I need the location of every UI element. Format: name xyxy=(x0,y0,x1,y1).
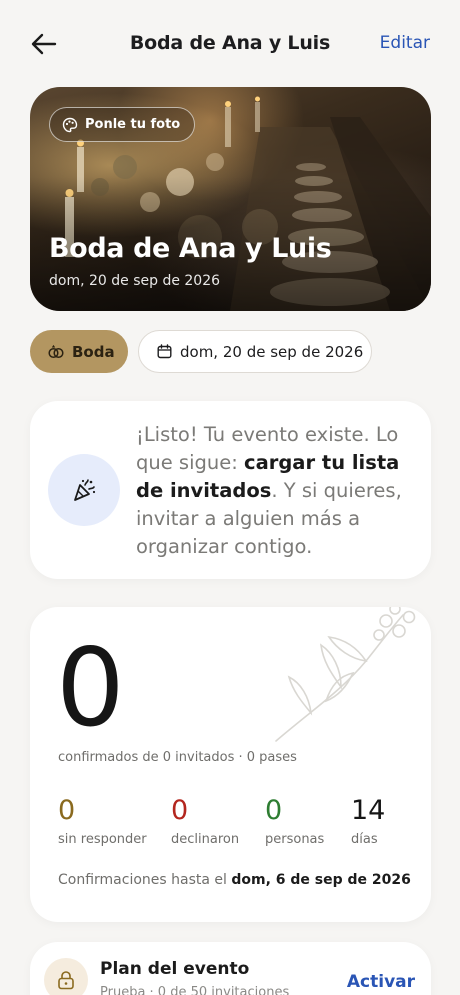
confirmed-count: 0 xyxy=(56,626,125,751)
rings-icon xyxy=(48,344,64,358)
event-type-chip[interactable]: Boda xyxy=(30,330,128,373)
next-steps-card[interactable]: ¡Listo! Tu evento existe. Lo que sigue: … xyxy=(30,401,431,579)
lock-icon xyxy=(58,971,74,990)
stat-people-value: 0 xyxy=(265,795,283,826)
event-cover-card: Ponle tu foto Boda de Ana y Luis dom, 20… xyxy=(30,87,431,311)
stat-days-label: días xyxy=(351,832,378,847)
branch-decoration-icon xyxy=(275,607,420,742)
edit-button[interactable]: Editar xyxy=(380,33,430,53)
event-title: Boda de Ana y Luis xyxy=(49,233,332,264)
add-photo-button[interactable]: Ponle tu foto xyxy=(49,107,196,142)
plan-subtitle: Prueba · 0 de 50 invitaciones xyxy=(100,985,290,995)
rsvp-deadline-date: dom, 6 de sep de 2026 xyxy=(231,872,411,888)
party-icon-badge xyxy=(48,454,120,526)
event-date: dom, 20 de sep de 2026 xyxy=(49,273,221,289)
stat-pending: 0 sin responder xyxy=(58,797,147,847)
stat-days: 14 días xyxy=(351,797,385,847)
stat-people: 0 personas xyxy=(265,797,324,847)
event-plan-card: Plan del evento Prueba · 0 de 50 invitac… xyxy=(30,942,431,995)
calendar-icon xyxy=(157,344,172,359)
rsvp-deadline: Confirmaciones hasta el dom, 6 de sep de… xyxy=(58,872,411,888)
plan-title: Plan del evento xyxy=(100,959,250,979)
stat-pending-value: 0 xyxy=(58,795,76,826)
party-popper-icon xyxy=(74,479,96,501)
confirmed-subtitle: confirmados de 0 invitados · 0 pases xyxy=(58,750,297,765)
add-photo-label: Ponle tu foto xyxy=(85,117,181,132)
event-type-label: Boda xyxy=(72,342,115,361)
top-bar: Boda de Ana y Luis Editar xyxy=(0,0,460,90)
stat-pending-label: sin responder xyxy=(58,832,147,847)
event-date-chip[interactable]: dom, 20 de sep de 2026 xyxy=(138,330,372,373)
stat-days-value: 14 xyxy=(351,795,386,826)
stat-declined-label: declinaron xyxy=(171,832,240,847)
rsvp-stats-card: 0 confirmados de 0 invitados · 0 pases 0… xyxy=(30,607,431,922)
next-steps-text: ¡Listo! Tu evento existe. Lo que sigue: … xyxy=(136,423,402,558)
event-date-chip-label: dom, 20 de sep de 2026 xyxy=(180,342,364,361)
activate-plan-button[interactable]: Activar xyxy=(347,972,415,992)
lock-badge xyxy=(44,958,88,995)
stat-declined: 0 declinaron xyxy=(171,797,239,847)
palette-icon xyxy=(62,117,78,132)
stat-people-label: personas xyxy=(265,832,325,847)
stat-declined-value: 0 xyxy=(171,795,189,826)
